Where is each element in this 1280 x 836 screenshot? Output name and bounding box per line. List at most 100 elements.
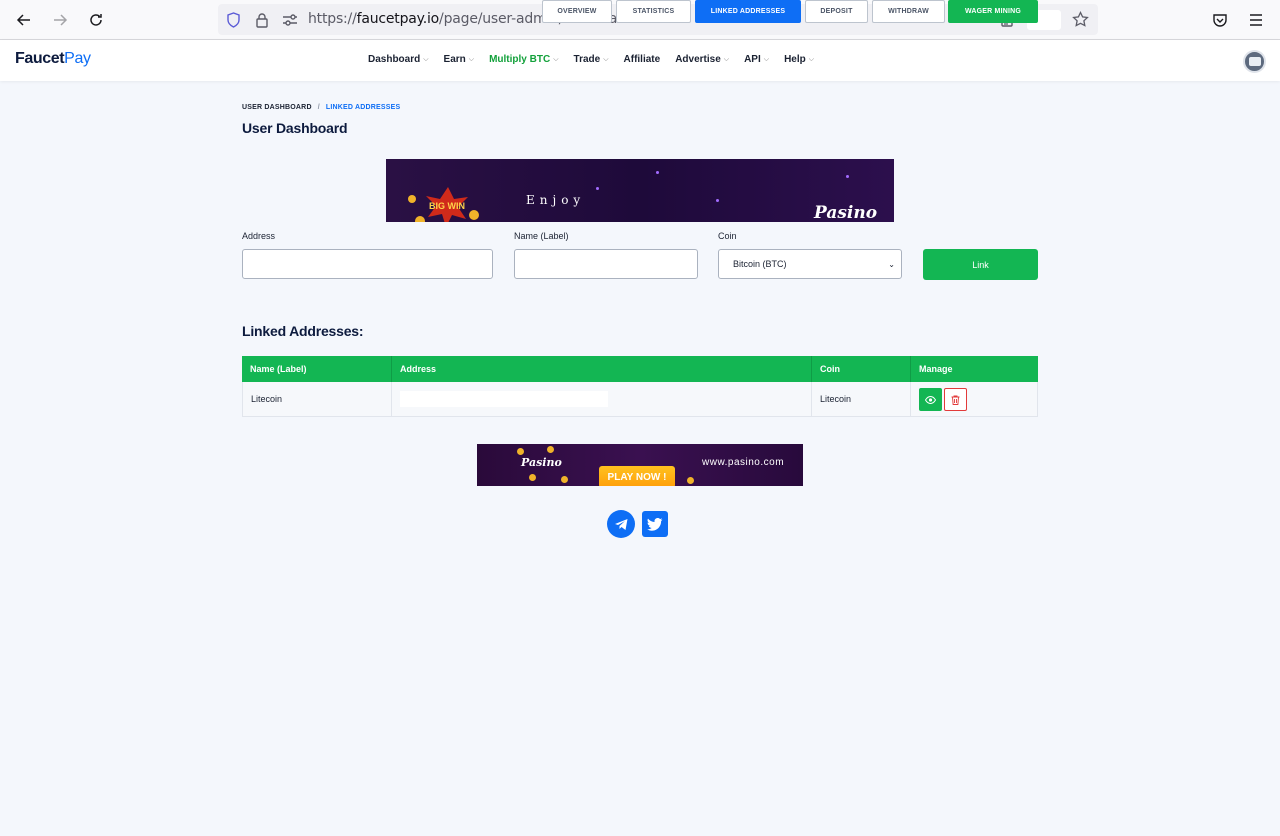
name-input[interactable] (514, 249, 698, 279)
menu-multiply-btc-label: Multiply BTC (489, 54, 551, 65)
row-coin: Litecoin (812, 382, 911, 416)
column-header-name: Name (Label) (242, 356, 392, 382)
faucetpay-logo[interactable]: FaucetPay (15, 50, 91, 68)
site-header: FaucetPay Dashboard ⌵ Earn ⌵ Multiply BTC ⌵… (0, 40, 1280, 81)
view-address-button[interactable] (919, 388, 942, 411)
chevron-down-icon: ⌵ (423, 55, 429, 63)
address-input[interactable] (242, 249, 493, 279)
chevron-down-icon: ⌵ (723, 55, 730, 63)
tab-overview[interactable]: OVERVIEW (542, 0, 612, 23)
address-label: Address (242, 231, 276, 241)
menu-advertise[interactable]: Advertise ⌵ (675, 54, 729, 65)
bookmark-star-icon[interactable] (1072, 11, 1089, 28)
row-name: Litecoin (243, 382, 392, 416)
reload-icon (90, 14, 102, 26)
play-now-button[interactable]: PLAY NOW ! (599, 466, 675, 486)
chevron-down-icon: ⌵ (468, 55, 475, 63)
logo-text-pay: Pay (64, 50, 91, 67)
banner-coin (687, 477, 694, 484)
menu-dashboard-label: Dashboard (368, 54, 421, 65)
banner-brand: Pasino (814, 203, 878, 222)
twitter-icon (647, 517, 663, 531)
tab-wager-mining[interactable]: WAGER MINING (948, 0, 1038, 23)
telegram-link[interactable] (607, 510, 635, 538)
banner-tagline: Enjoy (526, 193, 586, 207)
pocket-icon[interactable] (1210, 10, 1230, 30)
coin-select-value: Bitcoin (BTC) (733, 259, 787, 269)
permissions-icon[interactable] (281, 11, 298, 28)
menu-api-label: API (744, 54, 761, 65)
eye-icon (925, 395, 936, 404)
page-title: User Dashboard (242, 120, 348, 136)
arrow-right-icon (54, 14, 68, 26)
link-button[interactable]: Link (923, 249, 1038, 280)
logo-text-faucet: Faucet (15, 50, 65, 67)
lock-icon[interactable] (253, 11, 270, 28)
banner-sparkle (716, 199, 719, 202)
menu-earn-label: Earn (443, 54, 466, 65)
breadcrumb-root[interactable]: USER DASHBOARD (242, 104, 312, 111)
menu-help-label: Help (784, 54, 806, 65)
reload-button[interactable] (82, 6, 110, 34)
menu-trade[interactable]: Trade ⌵ (574, 54, 609, 65)
url-host: faucetpay.io (356, 11, 440, 27)
column-header-manage: Manage (919, 364, 953, 374)
menu-affiliate-label: Affiliate (623, 54, 661, 65)
chevron-down-icon: ⌵ (553, 55, 559, 63)
big-win-text: BIG WIN (429, 201, 465, 211)
banner-site-url: www.pasino.com (702, 457, 785, 468)
main-menu: Dashboard ⌵ Earn ⌵ Multiply BTC ⌵ Trade ⌵ Af… (368, 54, 829, 65)
trash-icon (951, 395, 960, 405)
banner-sparkle (656, 171, 659, 174)
banner-coin (561, 476, 568, 483)
shield-icon[interactable] (225, 11, 242, 28)
banner-coin (547, 446, 554, 453)
coin-select[interactable]: Bitcoin (BTC) ⌄ (718, 249, 902, 279)
column-header-coin: Coin (812, 356, 911, 382)
row-address-cell (392, 382, 812, 416)
menu-help[interactable]: Help ⌵ (784, 54, 814, 65)
chevron-down-icon: ⌵ (603, 55, 609, 63)
ad-banner-bottom[interactable]: Pasino PLAY NOW ! www.pasino.com (477, 444, 803, 486)
big-win-graphic: BIG WIN (408, 187, 479, 222)
breadcrumb-current: LINKED ADDRESSES (325, 104, 401, 111)
menu-earn[interactable]: Earn ⌵ (444, 54, 475, 65)
breadcrumb-separator: / (317, 104, 320, 111)
twitter-link[interactable] (642, 511, 668, 537)
tab-linked-addresses[interactable]: LINKED ADDRESSES (695, 0, 801, 23)
coin-label: Coin (718, 231, 737, 241)
menu-advertise-label: Advertise (675, 54, 721, 65)
avatar-image (1248, 57, 1261, 66)
column-header-address: Address (392, 356, 812, 382)
banner-sparkle (846, 175, 849, 178)
menu-dashboard[interactable]: Dashboard ⌵ (368, 54, 429, 65)
menu-multiply-btc[interactable]: Multiply BTC ⌵ (489, 54, 558, 65)
banner-coin (517, 448, 524, 455)
chevron-down-icon: ⌵ (763, 55, 770, 63)
avatar[interactable] (1243, 50, 1266, 73)
breadcrumb: USER DASHBOARD / LINKED ADDRESSES (242, 104, 400, 111)
back-button[interactable] (10, 6, 38, 34)
banner-coin (529, 474, 536, 481)
arrow-left-icon (16, 14, 30, 26)
table-row: Litecoin Litecoin (242, 382, 1038, 417)
telegram-icon (614, 518, 627, 530)
tab-deposit[interactable]: DEPOSIT (805, 0, 868, 23)
url-prefix: https:// (308, 11, 357, 27)
tab-statistics[interactable]: STATISTICS (616, 0, 691, 23)
menu-trade-label: Trade (573, 54, 601, 65)
forward-button[interactable] (46, 6, 74, 34)
chevron-down-icon: ⌵ (808, 55, 815, 63)
hamburger-menu-icon[interactable] (1246, 10, 1266, 30)
table-header: Name (Label) Address Coin Manage (242, 356, 1038, 382)
menu-affiliate[interactable]: Affiliate (624, 54, 661, 65)
tab-withdraw[interactable]: WITHDRAW (872, 0, 945, 23)
linked-addresses-table: Name (Label) Address Coin Manage Litecoi… (242, 356, 1038, 417)
menu-api[interactable]: API ⌵ (744, 54, 769, 65)
chevron-down-icon: ⌄ (888, 260, 895, 269)
banner-sparkle (596, 187, 599, 190)
name-label: Name (Label) (514, 231, 569, 241)
ad-banner-top[interactable]: BIG WIN Enjoy Pasino (386, 159, 894, 222)
linked-addresses-title: Linked Addresses: (242, 323, 364, 339)
delete-address-button[interactable] (944, 388, 967, 411)
